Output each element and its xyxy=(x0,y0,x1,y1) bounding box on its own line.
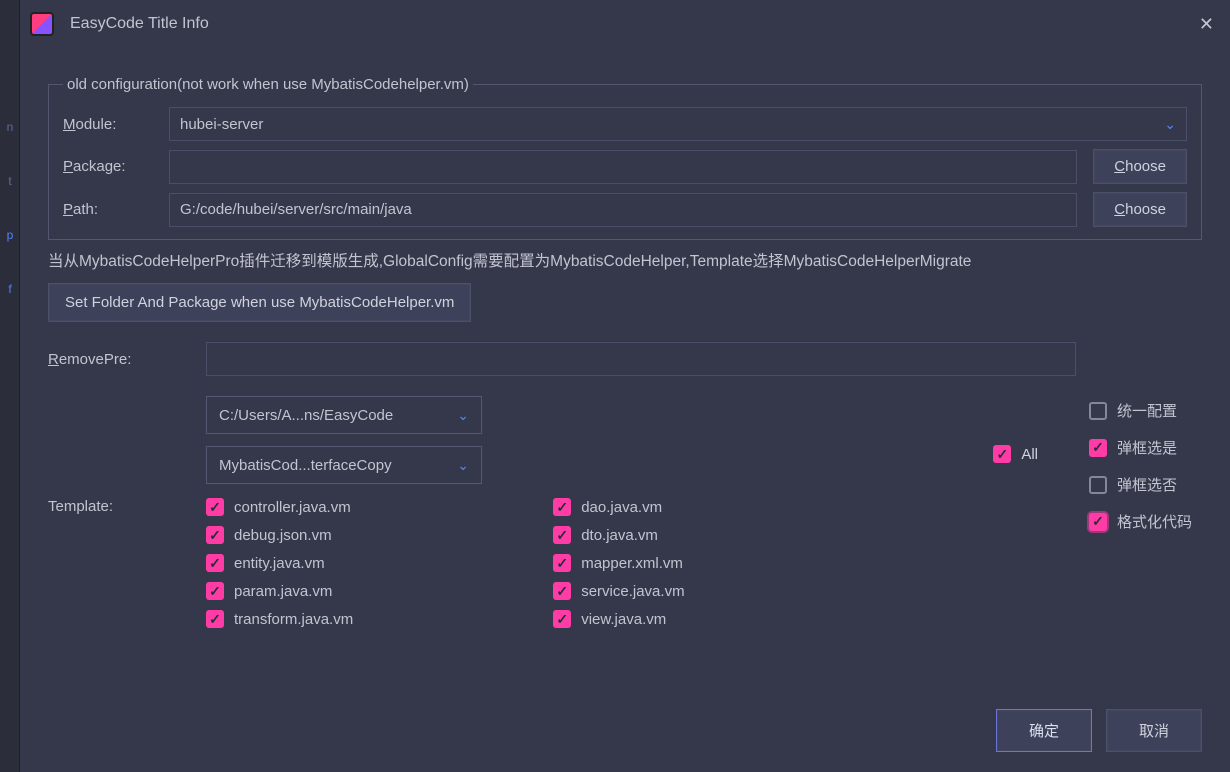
checkbox-label: entity.java.vm xyxy=(234,555,325,572)
chevron-down-icon: ⌄ xyxy=(1164,116,1176,133)
close-icon[interactable]: ✕ xyxy=(1199,14,1214,35)
check-icon: ✓ xyxy=(206,582,224,600)
template-checkbox[interactable]: ✓ service.java.vm xyxy=(553,582,684,600)
checkbox-label: dto.java.vm xyxy=(581,527,658,544)
package-row: Package: Choose xyxy=(63,149,1187,184)
template-column-2: ✓ dao.java.vm ✓ dto.java.vm ✓ mapper.xml.vm ✓ s… xyxy=(553,498,684,628)
option-checkbox[interactable]: 统一配置 xyxy=(1089,400,1192,421)
checkbox-label: transform.java.vm xyxy=(234,611,353,628)
module-label: Module: xyxy=(63,116,153,133)
checkbox-label: param.java.vm xyxy=(234,583,332,600)
template-checkbox[interactable]: ✓ dao.java.vm xyxy=(553,498,684,516)
option-checkbox[interactable]: ✓ 格式化代码 xyxy=(1089,511,1192,532)
check-icon: ✓ xyxy=(206,610,224,628)
template-checkbox[interactable]: ✓ view.java.vm xyxy=(553,610,684,628)
template-checkbox[interactable]: ✓ debug.json.vm xyxy=(206,526,353,544)
path-input[interactable]: G:/code/hubei/server/src/main/java xyxy=(169,193,1077,227)
path-row: Path: G:/code/hubei/server/src/main/java… xyxy=(63,192,1187,227)
checkbox-label: 格式化代码 xyxy=(1117,511,1192,532)
right-option-panel: 统一配置 ✓ 弹框选是弹框选否 ✓ 格式化代码 xyxy=(1089,400,1192,532)
check-icon: ✓ xyxy=(206,498,224,516)
template-checkbox[interactable]: ✓ param.java.vm xyxy=(206,582,353,600)
checkbox-label: 弹框选否 xyxy=(1117,474,1177,495)
fieldset-legend: old configuration(not work when use Myba… xyxy=(63,76,473,93)
checkbox-label: view.java.vm xyxy=(581,611,666,628)
removepre-input[interactable] xyxy=(206,342,1076,376)
check-icon: ✓ xyxy=(1089,439,1107,457)
path-choose-button[interactable]: Choose xyxy=(1093,192,1187,227)
template-checkbox[interactable]: ✓ transform.java.vm xyxy=(206,610,353,628)
check-icon: ✓ xyxy=(553,498,571,516)
template-checkbox[interactable]: ✓ entity.java.vm xyxy=(206,554,353,572)
template-checkbox[interactable]: ✓ controller.java.vm xyxy=(206,498,353,516)
dropdown-row: C:/Users/A...ns/EasyCode ⌄ MybatisCod...… xyxy=(48,396,1202,484)
template-checkbox[interactable]: ✓ dto.java.vm xyxy=(553,526,684,544)
check-icon: ✓ xyxy=(1089,513,1107,531)
module-select[interactable]: hubei-server ⌄ xyxy=(169,107,1187,141)
checkbox-label: debug.json.vm xyxy=(234,527,332,544)
checkbox-label: controller.java.vm xyxy=(234,499,351,516)
template-group-dropdown[interactable]: MybatisCod...terfaceCopy ⌄ xyxy=(206,446,482,484)
titlebar: EasyCode Title Info ✕ xyxy=(20,0,1230,48)
content: old configuration(not work when use Myba… xyxy=(20,48,1230,628)
old-config-fieldset: old configuration(not work when use Myba… xyxy=(48,76,1202,240)
cancel-button[interactable]: 取消 xyxy=(1106,709,1202,752)
dialog-window: EasyCode Title Info ✕ old configuration(… xyxy=(20,0,1230,772)
editor-gutter: ntpf xyxy=(0,0,20,772)
check-icon xyxy=(1089,402,1107,420)
checkbox-label: 统一配置 xyxy=(1117,400,1177,421)
option-checkbox[interactable]: ✓ 弹框选是 xyxy=(1089,437,1192,458)
path-label: Path: xyxy=(63,201,153,218)
set-folder-button[interactable]: Set Folder And Package when use MybatisC… xyxy=(48,283,471,322)
template-column-1: ✓ controller.java.vm ✓ debug.json.vm ✓ entity… xyxy=(206,498,353,628)
check-icon: ✓ xyxy=(553,610,571,628)
check-icon: ✓ xyxy=(993,445,1011,463)
checkbox-label: mapper.xml.vm xyxy=(581,555,683,572)
config-path-dropdown[interactable]: C:/Users/A...ns/EasyCode ⌄ xyxy=(206,396,482,434)
check-icon xyxy=(1089,476,1107,494)
template-checkbox[interactable]: ✓ mapper.xml.vm xyxy=(553,554,684,572)
checkbox-label: dao.java.vm xyxy=(581,499,662,516)
template-label: Template: xyxy=(48,498,190,628)
check-icon: ✓ xyxy=(206,526,224,544)
check-icon: ✓ xyxy=(553,526,571,544)
package-input[interactable] xyxy=(169,150,1077,184)
package-choose-button[interactable]: Choose xyxy=(1093,149,1187,184)
all-checkbox[interactable]: ✓ All xyxy=(993,445,1038,463)
dialog-footer: 确定 取消 xyxy=(996,709,1202,752)
package-label: Package: xyxy=(63,158,153,175)
app-icon xyxy=(30,12,54,36)
chevron-down-icon: ⌄ xyxy=(457,407,469,424)
checkbox-label: 弹框选是 xyxy=(1117,437,1177,458)
check-icon: ✓ xyxy=(206,554,224,572)
option-checkbox[interactable]: 弹框选否 xyxy=(1089,474,1192,495)
check-icon: ✓ xyxy=(553,554,571,572)
module-row: Module: hubei-server ⌄ xyxy=(63,107,1187,141)
removepre-label: RemovePre: xyxy=(48,351,190,368)
window-title: EasyCode Title Info xyxy=(70,15,209,33)
checkbox-label: service.java.vm xyxy=(581,583,684,600)
removepre-row: RemovePre: xyxy=(48,342,1202,376)
ok-button[interactable]: 确定 xyxy=(996,709,1092,752)
module-value: hubei-server xyxy=(180,116,263,133)
migration-info-text: 当从MybatisCodeHelperPro插件迁移到模版生成,GlobalCo… xyxy=(48,250,1202,273)
template-area: Template: ✓ controller.java.vm ✓ debug.json… xyxy=(48,498,1202,628)
check-icon: ✓ xyxy=(553,582,571,600)
chevron-down-icon: ⌄ xyxy=(457,457,469,474)
